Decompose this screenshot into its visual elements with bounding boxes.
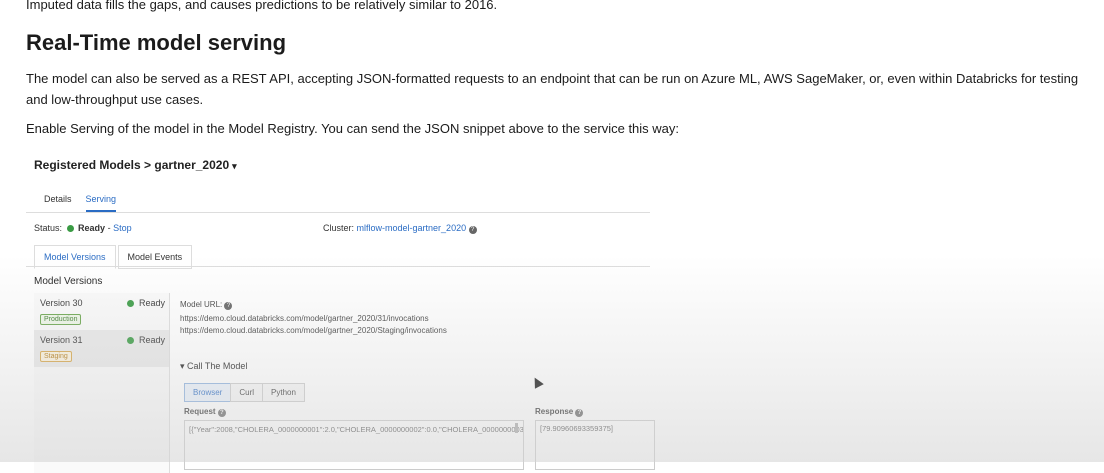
green-dot-icon bbox=[127, 300, 135, 307]
model-url-panel: Model URL: ? https://demo.cloud.databric… bbox=[180, 300, 650, 338]
version-name: Version 31 bbox=[40, 335, 83, 345]
version-item-selected[interactable]: Version 31 Ready Staging bbox=[34, 330, 169, 367]
tabs-divider bbox=[26, 212, 650, 213]
request-label: Request bbox=[184, 407, 216, 416]
green-dot-icon bbox=[127, 337, 135, 344]
version-status: Ready bbox=[125, 335, 165, 345]
cluster-link[interactable]: mlflow-model-gartner_2020 bbox=[357, 223, 467, 233]
request-textarea[interactable]: [{"Year":2008,"CHOLERA_0000000001":2.0,"… bbox=[184, 420, 524, 470]
question-circle-icon[interactable]: ? bbox=[575, 409, 584, 417]
chevron-down-icon[interactable]: ▾ bbox=[232, 161, 237, 171]
question-circle-icon[interactable]: ? bbox=[224, 302, 233, 310]
response-label-row: Response ? bbox=[535, 407, 584, 417]
previous-text: Imputed data fills the gaps, and causes … bbox=[26, 0, 498, 12]
tab-curl[interactable]: Curl bbox=[230, 383, 264, 402]
model-url-label-row: Model URL: ? bbox=[180, 300, 650, 310]
serving-status: Status: Ready - Stop bbox=[34, 223, 132, 233]
model-url[interactable]: https://demo.cloud.databricks.com/model/… bbox=[180, 326, 650, 335]
paragraph-rest-api: The model can also be served as a REST A… bbox=[26, 71, 1079, 107]
question-circle-icon[interactable]: ? bbox=[217, 409, 226, 417]
tab-details[interactable]: Details bbox=[44, 194, 72, 210]
tab-browser[interactable]: Browser bbox=[184, 383, 232, 402]
status-label: Status: bbox=[34, 223, 63, 233]
question-circle-icon[interactable]: ? bbox=[468, 226, 477, 234]
request-scrollbar[interactable] bbox=[515, 423, 518, 433]
response-label: Response bbox=[535, 407, 574, 416]
stage-badge-production: Production bbox=[40, 314, 82, 325]
cluster-info: Cluster: mlflow-model-gartner_2020 ? bbox=[323, 223, 477, 234]
stop-link[interactable]: Stop bbox=[113, 223, 132, 233]
breadcrumb-model-name[interactable]: gartner_2020 bbox=[154, 158, 229, 172]
status-separator: - bbox=[107, 223, 111, 233]
main-tabs: Details Serving bbox=[44, 194, 130, 212]
call-method-tabs: Browser Curl Python bbox=[184, 383, 305, 402]
subtabs-divider bbox=[26, 266, 650, 267]
paragraph-enable-serving: Enable Serving of the model in the Model… bbox=[26, 121, 680, 136]
call-model-toggle[interactable]: ▾ Call The Model bbox=[180, 361, 247, 372]
versions-list: Version 30 Ready Production Version 31 R… bbox=[34, 293, 170, 473]
version-status: Ready bbox=[125, 298, 165, 308]
version-name: Version 30 bbox=[40, 298, 83, 308]
cluster-label: Cluster: bbox=[323, 223, 355, 233]
section-heading: Real-Time model serving bbox=[26, 30, 287, 55]
status-value: Ready bbox=[78, 223, 106, 233]
model-registry-screenshot: Registered Models > gartner_2020 ▾ Detail… bbox=[26, 146, 656, 473]
version-status-label: Ready bbox=[138, 335, 165, 345]
breadcrumb-separator: > bbox=[144, 158, 152, 172]
model-url[interactable]: https://demo.cloud.databricks.com/model/… bbox=[180, 314, 650, 323]
tab-python[interactable]: Python bbox=[262, 383, 305, 402]
tab-serving[interactable]: Serving bbox=[85, 194, 117, 212]
request-label-row: Request ? bbox=[184, 407, 226, 417]
versions-title: Model Versions bbox=[34, 276, 103, 287]
response-box: [79.90960693359375] bbox=[535, 420, 655, 470]
stage-badge-staging: Staging bbox=[40, 351, 72, 362]
breadcrumb: Registered Models > gartner_2020 ▾ bbox=[34, 158, 237, 172]
breadcrumb-registered-models[interactable]: Registered Models bbox=[34, 158, 141, 172]
green-dot-icon bbox=[66, 225, 74, 232]
model-url-label: Model URL: bbox=[180, 300, 223, 309]
version-status-label: Ready bbox=[138, 298, 165, 308]
version-item[interactable]: Version 30 Ready Production bbox=[34, 293, 169, 330]
